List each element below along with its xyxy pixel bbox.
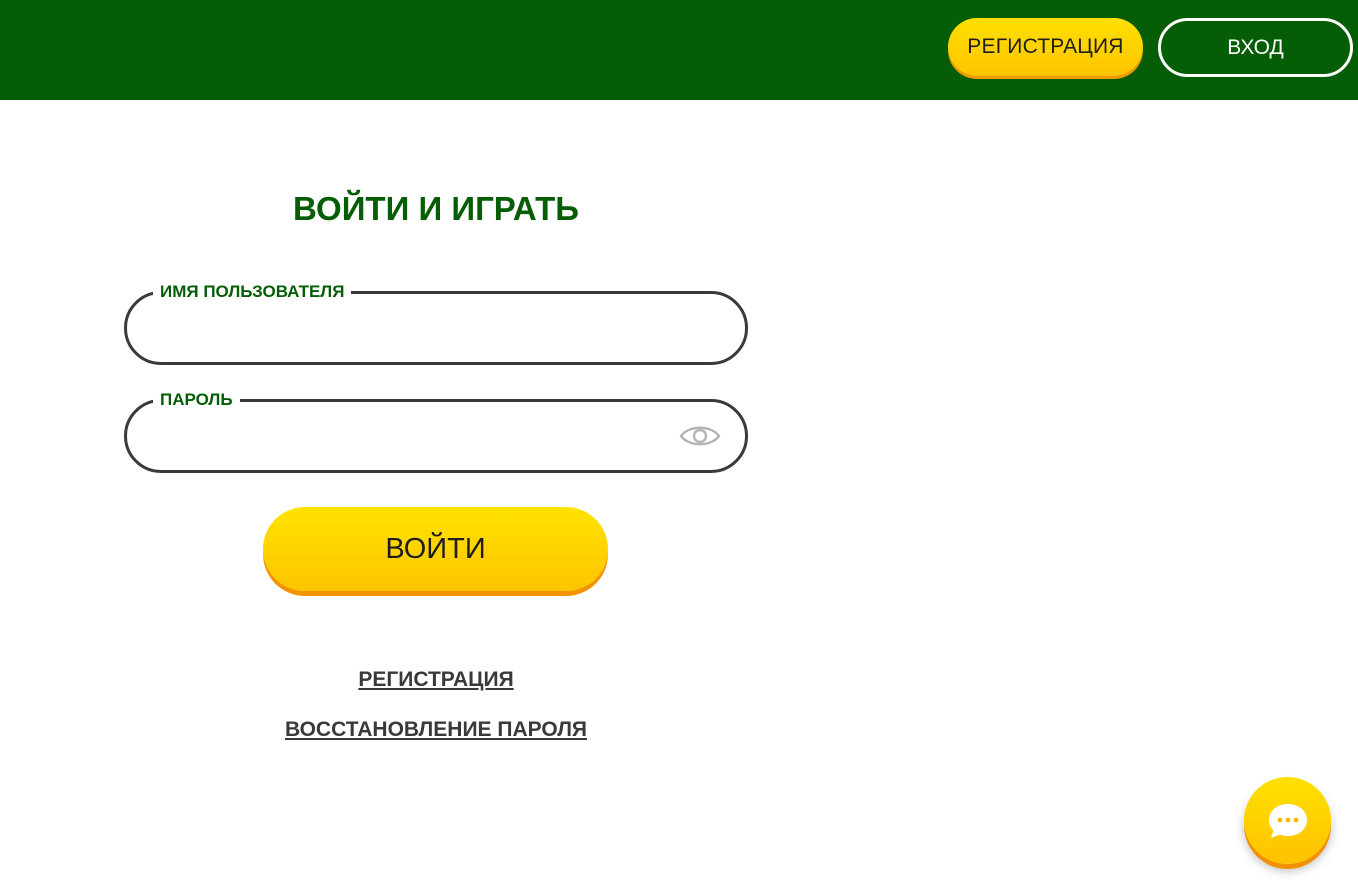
chat-bubble-icon [1269,804,1307,838]
login-submit-label: ВОЙТИ [385,532,486,565]
header-login-button[interactable]: ВХОД [1158,18,1353,77]
login-submit-button[interactable]: ВОЙТИ [263,507,608,591]
register-link-row: РЕГИСТРАЦИЯ [124,668,748,692]
password-field[interactable]: ПАРОЛЬ [124,390,748,473]
chat-button[interactable] [1244,777,1331,864]
header-login-label: ВХОД [1227,35,1284,59]
page-title: ВОЙТИ И ИГРАТЬ [293,190,579,227]
username-field[interactable]: ИМЯ ПОЛЬЗОВАТЕЛЯ [124,282,748,365]
recover-password-link[interactable]: ВОССТАНОВЛЕНИЕ ПАРОЛЯ [285,718,587,741]
top-header: РЕГИСТРАЦИЯ ВХОД [0,0,1358,100]
header-register-button[interactable]: РЕГИСТРАЦИЯ [948,18,1143,76]
username-input[interactable] [157,304,667,352]
header-register-label: РЕГИСТРАЦИЯ [967,35,1124,58]
username-label: ИМЯ ПОЛЬЗОВАТЕЛЯ [153,282,352,302]
register-link[interactable]: РЕГИСТРАЦИЯ [358,668,513,691]
password-label: ПАРОЛЬ [153,390,240,410]
password-input[interactable] [157,412,667,460]
eye-icon[interactable] [679,421,721,451]
recover-link-row: ВОССТАНОВЛЕНИЕ ПАРОЛЯ [124,718,748,742]
